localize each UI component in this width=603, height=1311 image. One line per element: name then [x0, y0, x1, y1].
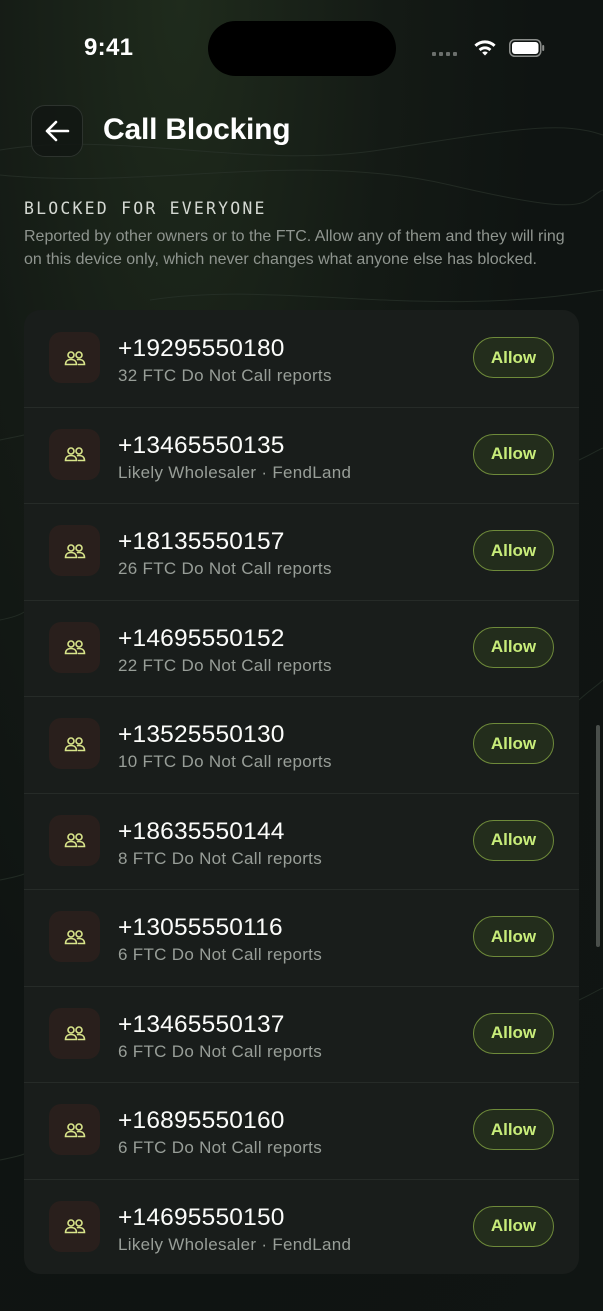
- phone-number: +14695550152: [118, 624, 285, 652]
- list-item: +18135550157 26 FTC Do Not Call reports …: [24, 503, 579, 600]
- phone-number: +18135550157: [118, 528, 285, 555]
- report-detail: Likely Wholesaler · FendLand: [118, 462, 352, 482]
- report-detail: 6 FTC Do Not Call reports: [118, 1138, 322, 1157]
- phone-number: +13525550130: [118, 721, 285, 748]
- list-item: +18635550144 8 FTC Do Not Call reports A…: [24, 792, 579, 890]
- list-item: +13055550116 6 FTC Do Not Call reports A…: [24, 889, 579, 986]
- people-icon: [64, 1026, 85, 1041]
- report-detail: 32 FTC Do Not Call reports: [118, 366, 332, 385]
- allow-button[interactable]: Allow: [473, 337, 554, 378]
- report-detail: 22 FTC Do Not Call reports: [118, 655, 332, 675]
- battery-icon: [509, 39, 545, 57]
- status-time: 9:41: [84, 34, 134, 61]
- dynamic-island: [208, 21, 396, 76]
- report-detail: 26 FTC Do Not Call reports: [118, 559, 332, 578]
- people-icon: [64, 1219, 85, 1234]
- list-item: +14695550152 22 FTC Do Not Call reports …: [24, 599, 579, 697]
- avatar: [49, 1007, 100, 1059]
- avatar: [49, 814, 100, 866]
- list-item: +14695550150 Likely Wholesaler · FendLan…: [24, 1178, 579, 1275]
- people-icon: [64, 833, 85, 848]
- arrow-left-icon: [45, 120, 70, 142]
- avatar: [49, 332, 100, 383]
- allow-button[interactable]: Allow: [473, 626, 554, 668]
- list-item: +19295550180 32 FTC Do Not Call reports …: [24, 310, 579, 407]
- back-button[interactable]: [31, 105, 83, 157]
- allow-button[interactable]: Allow: [473, 819, 554, 861]
- section-title: BLOCKED FOR EVERYONE: [24, 199, 267, 218]
- avatar: [49, 911, 100, 962]
- phone-number: +13465550135: [118, 431, 285, 459]
- list-item: +13465550137 6 FTC Do Not Call reports A…: [24, 985, 579, 1083]
- allow-button[interactable]: Allow: [473, 1205, 554, 1247]
- report-detail: 6 FTC Do Not Call reports: [118, 945, 322, 964]
- report-detail: Likely Wholesaler · FendLand: [118, 1234, 352, 1254]
- phone-number: +18635550144: [118, 817, 285, 845]
- avatar: [49, 621, 100, 673]
- list-item: +13465550135 Likely Wholesaler · FendLan…: [24, 406, 579, 504]
- allow-button[interactable]: Allow: [473, 916, 554, 957]
- avatar: [49, 718, 100, 769]
- blocked-numbers-list: +19295550180 32 FTC Do Not Call reports …: [24, 310, 579, 1274]
- report-detail: 8 FTC Do Not Call reports: [118, 848, 322, 868]
- people-icon: [64, 350, 85, 365]
- avatar: [49, 525, 100, 576]
- list-item: +16895550160 6 FTC Do Not Call reports A…: [24, 1082, 579, 1179]
- cellular-signal-icon: [432, 52, 457, 56]
- allow-button[interactable]: Allow: [473, 1012, 554, 1054]
- allow-button[interactable]: Allow: [473, 1109, 554, 1150]
- people-icon: [64, 447, 85, 462]
- report-detail: 6 FTC Do Not Call reports: [118, 1041, 322, 1061]
- phone-number: +14695550150: [118, 1203, 285, 1231]
- people-icon: [64, 543, 85, 558]
- avatar: [49, 428, 100, 480]
- allow-button[interactable]: Allow: [473, 433, 554, 475]
- wifi-icon: [474, 40, 496, 56]
- report-detail: 10 FTC Do Not Call reports: [118, 752, 332, 771]
- scrollbar[interactable]: [596, 725, 600, 947]
- section-description: Reported by other owners or to the FTC. …: [24, 228, 565, 268]
- avatar: [49, 1104, 100, 1155]
- people-icon: [64, 736, 85, 751]
- phone-number: +19295550180: [118, 335, 285, 362]
- avatar: [49, 1200, 100, 1252]
- list-item: +13525550130 10 FTC Do Not Call reports …: [24, 696, 579, 793]
- phone-number: +13465550137: [118, 1010, 285, 1038]
- people-icon: [64, 640, 85, 655]
- page-title: Call Blocking: [103, 113, 291, 146]
- phone-number: +16895550160: [118, 1107, 285, 1134]
- phone-number: +13055550116: [118, 914, 283, 941]
- allow-button[interactable]: Allow: [473, 530, 554, 571]
- people-icon: [64, 929, 85, 944]
- allow-button[interactable]: Allow: [473, 723, 554, 764]
- people-icon: [64, 1122, 85, 1137]
